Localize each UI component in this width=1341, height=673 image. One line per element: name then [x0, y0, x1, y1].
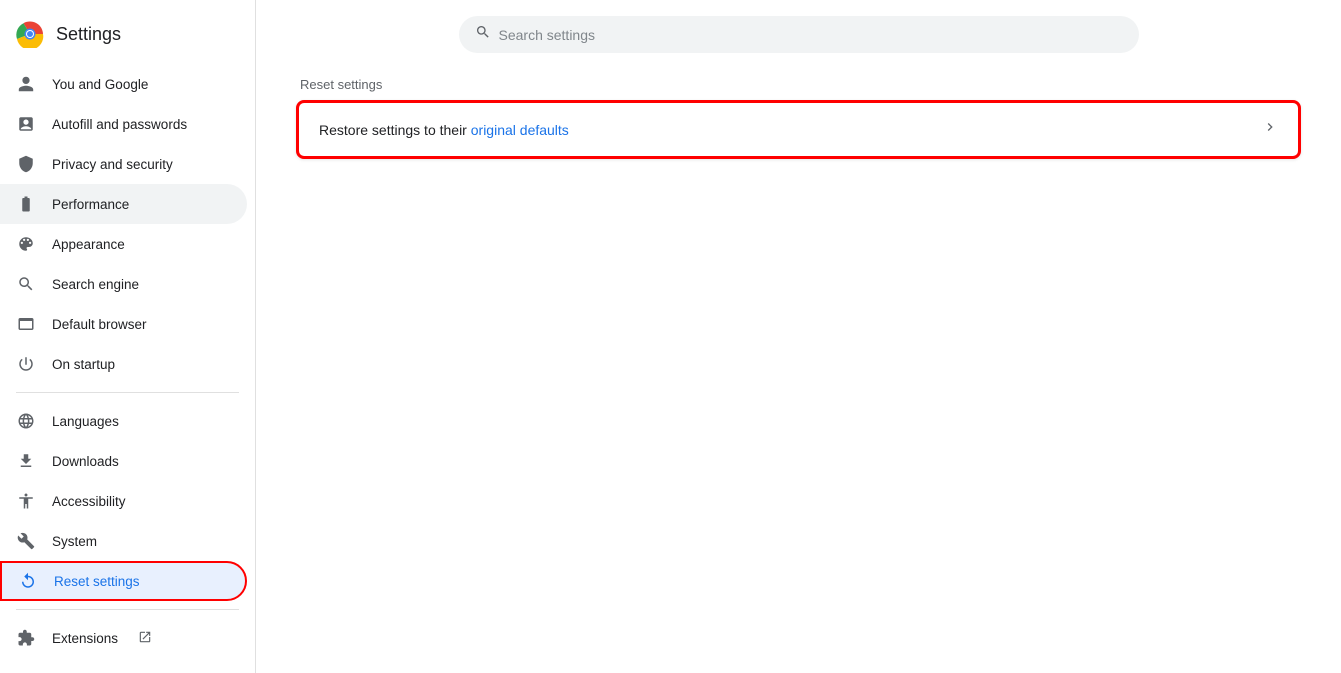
chrome-logo: [16, 20, 44, 48]
restore-defaults-row[interactable]: Restore settings to their original defau…: [299, 103, 1298, 156]
speed-icon: [16, 194, 36, 214]
sidebar-item-privacy[interactable]: Privacy and security: [0, 144, 247, 184]
person-icon: [16, 74, 36, 94]
sidebar-item-label: Search engine: [52, 277, 139, 292]
sidebar-item-autofill[interactable]: Autofill and passwords: [0, 104, 247, 144]
sidebar-item-label: Default browser: [52, 317, 147, 332]
sidebar-item-label: Appearance: [52, 237, 125, 252]
restore-defaults-text: Restore settings to their original defau…: [319, 122, 569, 138]
download-icon: [16, 451, 36, 471]
sidebar-item-label: Extensions: [52, 631, 118, 646]
sidebar-item-label: Languages: [52, 414, 119, 429]
sidebar-divider-1: [16, 392, 239, 393]
search-input[interactable]: [499, 27, 1123, 43]
sidebar-item-label: System: [52, 534, 97, 549]
sidebar-item-label: You and Google: [52, 77, 148, 92]
search-icon: [16, 274, 36, 294]
sidebar-item-downloads[interactable]: Downloads: [0, 441, 247, 481]
reset-icon: [18, 571, 38, 591]
section-title: Reset settings: [296, 77, 1301, 92]
settings-card: Restore settings to their original defau…: [296, 100, 1301, 159]
reset-settings-section: Reset settings Restore settings to their…: [296, 77, 1301, 159]
sidebar-item-extensions[interactable]: Extensions: [0, 618, 247, 658]
main-content: Reset settings Restore settings to their…: [256, 0, 1341, 673]
search-bar: [459, 16, 1139, 53]
wrench-icon: [16, 531, 36, 551]
sidebar-item-reset-settings[interactable]: Reset settings: [0, 561, 247, 601]
sidebar-item-label: Performance: [52, 197, 129, 212]
sidebar-item-label: Privacy and security: [52, 157, 173, 172]
external-link-icon: [138, 630, 152, 647]
sidebar-item-label: Reset settings: [54, 574, 140, 589]
sidebar-item-default-browser[interactable]: Default browser: [0, 304, 247, 344]
search-icon: [475, 24, 491, 45]
sidebar-item-search-engine[interactable]: Search engine: [0, 264, 247, 304]
sidebar-divider-2: [16, 609, 239, 610]
sidebar-item-performance[interactable]: Performance: [0, 184, 247, 224]
sidebar-item-label: On startup: [52, 357, 115, 372]
original-defaults-link: original defaults: [471, 122, 569, 138]
sidebar-item-label: Downloads: [52, 454, 119, 469]
sidebar-item-you-and-google[interactable]: You and Google: [0, 64, 247, 104]
search-bar-container: [296, 0, 1301, 77]
sidebar-item-label: Accessibility: [52, 494, 126, 509]
chevron-right-icon: [1262, 119, 1278, 140]
autofill-icon: [16, 114, 36, 134]
sidebar-header: Settings: [0, 8, 255, 64]
accessibility-icon: [16, 491, 36, 511]
globe-icon: [16, 411, 36, 431]
palette-icon: [16, 234, 36, 254]
sidebar-item-label: Autofill and passwords: [52, 117, 187, 132]
puzzle-icon: [16, 628, 36, 648]
shield-icon: [16, 154, 36, 174]
sidebar-item-system[interactable]: System: [0, 521, 247, 561]
power-icon: [16, 354, 36, 374]
sidebar: Settings You and Google Autofill and pas…: [0, 0, 256, 673]
sidebar-item-appearance[interactable]: Appearance: [0, 224, 247, 264]
sidebar-item-on-startup[interactable]: On startup: [0, 344, 247, 384]
sidebar-title: Settings: [56, 24, 121, 45]
browser-icon: [16, 314, 36, 334]
sidebar-item-accessibility[interactable]: Accessibility: [0, 481, 247, 521]
sidebar-item-languages[interactable]: Languages: [0, 401, 247, 441]
